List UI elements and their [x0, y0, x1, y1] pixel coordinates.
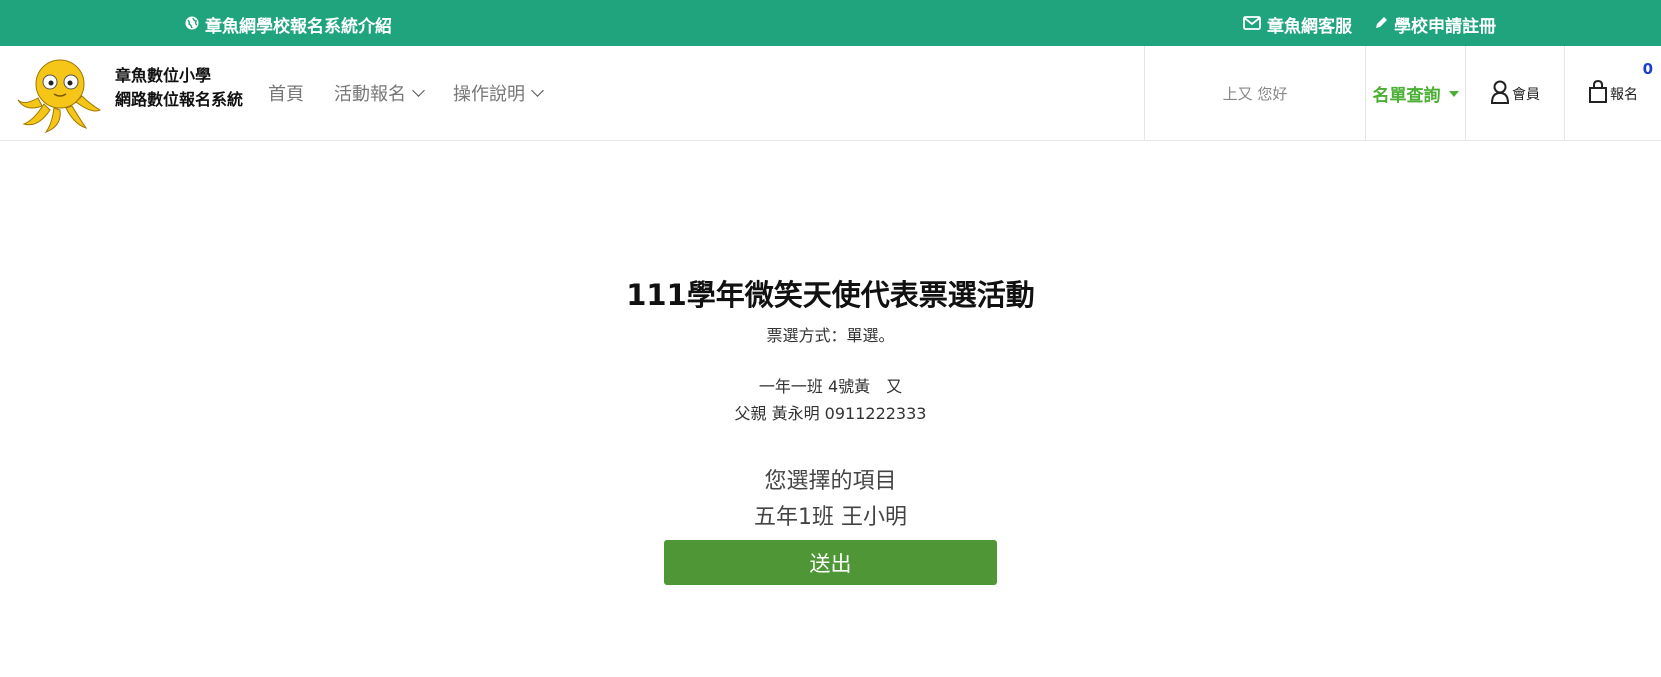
cart-count-badge: 0 [1642, 60, 1653, 78]
pencil-icon [1374, 15, 1388, 35]
nav-home[interactable]: 首頁 [268, 80, 304, 106]
selected-item-heading: 您選擇的項目 [764, 469, 897, 494]
nav-activity-signup-label: 活動報名 [334, 84, 406, 105]
customer-service-label: 章魚網客服 [1267, 17, 1352, 37]
mail-icon [1243, 15, 1261, 35]
school-register-link[interactable]: 學校申請註冊 [1374, 12, 1496, 37]
site-name-line1: 章魚數位小學 [115, 66, 212, 85]
shopping-bag-icon [1588, 79, 1608, 108]
voter-student-line: 一年一班 4號黃 又 [758, 377, 903, 396]
octopus-logo[interactable] [16, 54, 102, 134]
user-greeting-text: 上又 您好 [1222, 85, 1288, 103]
top-bar: 章魚網學校報名系統介紹 章魚網客服 學校申請註冊 [0, 0, 1661, 46]
system-intro-label: 章魚網學校報名系統介紹 [205, 17, 392, 37]
chevron-down-icon [412, 84, 425, 97]
member-label: 會員 [1512, 86, 1540, 103]
vote-confirm-panel: 111學年微笑天使代表票選活動 票選方式：單選。 一年一班 4號黃 又 父親 黃… [0, 141, 1661, 677]
signup-cart-label: 報名 [1610, 86, 1638, 103]
main-nav: 首頁 活動報名 操作說明 [268, 80, 544, 106]
submit-button[interactable]: 送出 [664, 540, 997, 585]
nav-home-label: 首頁 [268, 84, 304, 105]
school-register-label: 學校申請註冊 [1394, 17, 1496, 37]
customer-service-link[interactable]: 章魚網客服 [1243, 12, 1352, 37]
list-query-dropdown[interactable]: 名單查詢 [1365, 46, 1465, 141]
voter-info: 一年一班 4號黃 又 父親 黃永明 0911222333 [0, 373, 1661, 427]
selected-item-value: 五年1班 王小明 [754, 505, 907, 530]
signup-cart-button[interactable]: 報名 0 [1564, 46, 1661, 141]
site-header: 章魚數位小學 網路數位報名系統 首頁 活動報名 操作說明 上又 您好 名單查詢 … [0, 46, 1661, 141]
page-title: 111學年微笑天使代表票選活動 [626, 278, 1035, 312]
user-icon [1490, 80, 1510, 108]
vote-method-text: 票選方式：單選。 [766, 326, 895, 345]
system-intro-link[interactable]: 章魚網學校報名系統介紹 [185, 12, 392, 37]
chevron-down-icon [531, 84, 544, 97]
voter-parent-line: 父親 黃永明 0911222333 [734, 404, 927, 423]
nav-activity-signup[interactable]: 活動報名 [334, 80, 425, 106]
nav-instructions[interactable]: 操作說明 [453, 80, 544, 106]
list-query-label: 名單查詢 [1372, 86, 1441, 106]
nav-instructions-label: 操作說明 [453, 84, 525, 105]
member-button[interactable]: 會員 [1465, 46, 1564, 141]
caret-down-icon [1448, 90, 1459, 97]
globe-icon [185, 15, 199, 35]
site-name-line2: 網路數位報名系統 [115, 90, 244, 109]
site-name: 章魚數位小學 網路數位報名系統 [115, 64, 243, 112]
user-greeting: 上又 您好 [1144, 46, 1365, 141]
